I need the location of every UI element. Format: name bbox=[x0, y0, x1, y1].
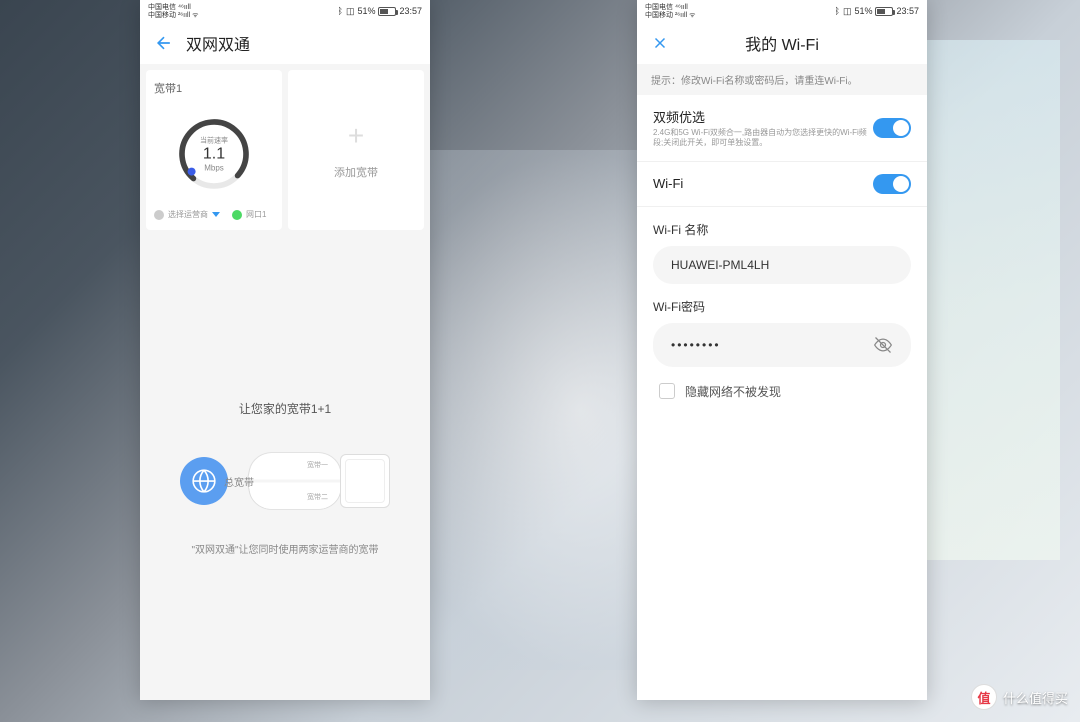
wifi-name-value: HUAWEI-PML4LH bbox=[671, 258, 769, 272]
clock: 23:57 bbox=[399, 6, 422, 16]
back-arrow-icon[interactable] bbox=[154, 33, 174, 53]
status-bar: 中国电信 ⁴⁶ııll 中国移动 ²⁶ııll ᯤ ᛒ ◫ 51% 23:57 bbox=[637, 0, 927, 22]
content-area: 提示：修改Wi-Fi名称或密码后，请重连Wi-Fi。 双频优选 2.4G和5G … bbox=[637, 64, 927, 700]
carrier-1: 中国电信 ⁴⁶ııll bbox=[148, 4, 199, 11]
gauge-label: 当前速率 bbox=[200, 135, 228, 145]
gauge-unit: Mbps bbox=[200, 163, 228, 172]
carrier-2: 中国移动 ²⁶ııll ᯤ bbox=[148, 12, 199, 19]
carrier-1: 中国电信 ⁴⁶ııll bbox=[645, 4, 696, 11]
watermark: 值 什么值得买 bbox=[971, 684, 1068, 710]
promo-graphic: 总宽带 宽带一 宽带二 bbox=[146, 441, 424, 521]
wifi-toggle[interactable] bbox=[873, 174, 911, 194]
battery-percent: 51% bbox=[357, 6, 375, 16]
eye-off-icon[interactable] bbox=[873, 335, 893, 355]
wifi-label: Wi-Fi bbox=[653, 176, 683, 191]
close-icon[interactable] bbox=[651, 34, 669, 52]
content-area: 宽带1 当前速率 1.1 Mbps bbox=[140, 64, 430, 700]
broadband-card-1[interactable]: 宽带1 当前速率 1.1 Mbps bbox=[146, 70, 282, 230]
left-phone-screen: 中国电信 ⁴⁶ııll 中国移动 ²⁶ııll ᯤ ᛒ ◫ 51% 23:57 … bbox=[140, 0, 430, 700]
hide-network-row[interactable]: 隐藏网络不被发现 bbox=[637, 367, 927, 416]
dual-band-desc: 2.4G和5G Wi-Fi双频合一,路由器自动为您选择更快的Wi-Fi频段;关闭… bbox=[653, 128, 873, 149]
header: 我的 Wi-Fi bbox=[637, 22, 927, 64]
chevron-down-icon[interactable] bbox=[212, 212, 220, 217]
carrier-select[interactable]: 选择运营商 bbox=[168, 209, 208, 220]
battery-percent: 51% bbox=[854, 6, 872, 16]
wifi-password-label: Wi-Fi密码 bbox=[637, 284, 927, 323]
speed-gauge: 当前速率 1.1 Mbps bbox=[174, 114, 254, 194]
vibrate-icon: ◫ bbox=[843, 6, 852, 17]
gauge-value: 1.1 bbox=[200, 145, 228, 163]
promo-section: 让您家的宽带1+1 总宽带 宽带一 宽带二 "双网双通"让您同时使用两家运营商的… bbox=[146, 400, 424, 556]
page-title: 双网双通 bbox=[186, 31, 250, 55]
globe-icon bbox=[191, 468, 217, 494]
wifi-name-input[interactable]: HUAWEI-PML4LH bbox=[653, 246, 911, 284]
total-bandwidth-label: 总宽带 bbox=[224, 474, 254, 489]
add-label: 添加宽带 bbox=[334, 164, 378, 180]
line1-label: 宽带一 bbox=[307, 460, 328, 470]
watermark-badge: 值 bbox=[971, 684, 997, 710]
wifi-row: Wi-Fi bbox=[637, 162, 927, 207]
bluetooth-icon: ᛒ bbox=[835, 6, 840, 16]
status-bar: 中国电信 ⁴⁶ııll 中国移动 ²⁶ııll ᯤ ᛒ ◫ 51% 23:57 bbox=[140, 0, 430, 22]
battery-icon bbox=[875, 7, 893, 16]
plus-icon: + bbox=[348, 120, 364, 152]
port-label: 网口1 bbox=[246, 209, 266, 220]
card-title: 宽带1 bbox=[154, 80, 274, 96]
hide-network-checkbox[interactable] bbox=[659, 383, 675, 399]
watermark-text: 什么值得买 bbox=[1003, 688, 1068, 707]
carrier-2: 中国移动 ²⁶ııll ᯤ bbox=[645, 12, 696, 19]
promo-description: "双网双通"让您同时使用两家运营商的宽带 bbox=[146, 541, 424, 556]
line2-label: 宽带二 bbox=[307, 492, 328, 502]
hint-bar: 提示：修改Wi-Fi名称或密码后，请重连Wi-Fi。 bbox=[637, 64, 927, 95]
wifi-password-value: •••••••• bbox=[671, 338, 721, 352]
bluetooth-icon: ᛒ bbox=[338, 6, 343, 16]
router-icon bbox=[340, 454, 390, 508]
right-phone-screen: 中国电信 ⁴⁶ııll 中国移动 ²⁶ııll ᯤ ᛒ ◫ 51% 23:57 … bbox=[637, 0, 927, 700]
dual-band-title: 双频优选 bbox=[653, 107, 873, 126]
dual-band-toggle[interactable] bbox=[873, 118, 911, 138]
promo-title: 让您家的宽带1+1 bbox=[146, 400, 424, 417]
clock: 23:57 bbox=[896, 6, 919, 16]
wifi-password-input[interactable]: •••••••• bbox=[653, 323, 911, 367]
header: 双网双通 bbox=[140, 22, 430, 64]
battery-icon bbox=[378, 7, 396, 16]
wifi-name-label: Wi-Fi 名称 bbox=[637, 207, 927, 246]
globe-badge bbox=[180, 457, 228, 505]
vibrate-icon: ◫ bbox=[346, 6, 355, 17]
add-broadband-card[interactable]: + 添加宽带 bbox=[288, 70, 424, 230]
hide-network-label: 隐藏网络不被发现 bbox=[685, 383, 781, 400]
carrier-dot-icon bbox=[154, 210, 164, 220]
dual-band-row: 双频优选 2.4G和5G Wi-Fi双频合一,路由器自动为您选择更快的Wi-Fi… bbox=[637, 95, 927, 162]
page-title: 我的 Wi-Fi bbox=[745, 31, 819, 55]
port-status-icon bbox=[232, 210, 242, 220]
